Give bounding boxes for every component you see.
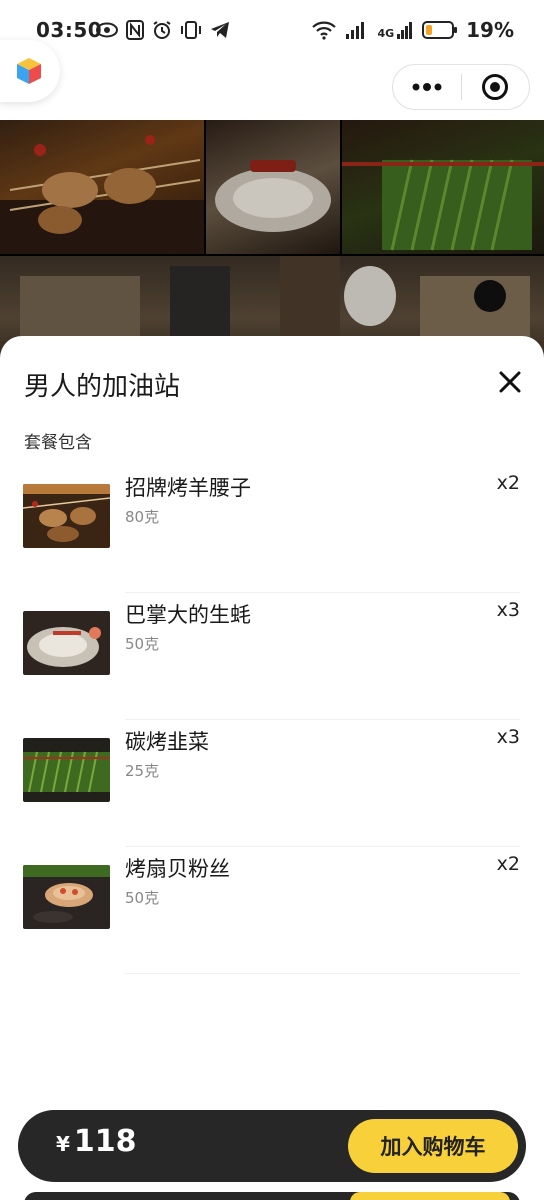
photo-lamb-kidney [0,120,204,254]
signal-4g-group: 4G [377,20,414,40]
signal-4g-icon [397,22,413,39]
close-icon [499,371,521,393]
more-button[interactable] [393,65,461,109]
more-dots-icon [412,83,442,91]
item-weight: 25克 [125,762,160,780]
miniapp-capsule [392,64,530,110]
status-notification-icons [96,20,230,40]
add-to-cart-button[interactable]: 加入购物车 [348,1119,518,1173]
item-quantity: x2 [496,853,520,875]
item-quantity: x2 [496,472,520,494]
item-quantity: x3 [496,726,520,748]
vibrate-icon [181,21,201,39]
currency-symbol: ¥ [56,1132,70,1156]
total-price: ¥ 118 [56,1124,137,1159]
status-bar: 03:50 4G 19% [0,0,544,62]
sheet-title: 男人的加油站 [24,372,181,402]
status-time: 03:50 [36,18,103,42]
network-label: 4G [377,27,395,40]
miniapp-close-button[interactable] [462,65,529,109]
photo-oyster [206,120,340,254]
item-weight: 50克 [125,635,160,653]
telegram-icon [211,22,229,38]
package-item-list: 招牌烤羊腰子 80克 x2 巴掌大的生蚝 50克 x3 碳烤韭菜 25克 x3 … [0,466,544,974]
price-value: 118 [73,1124,137,1159]
wifi-icon [312,21,337,40]
section-label: 套餐包含 [24,433,92,453]
app-logo-badge[interactable] [0,40,60,102]
eye-icon [96,22,118,38]
restaurant-photo-grid [0,120,544,360]
item-name: 碳烤韭菜 [125,730,209,754]
cube-logo-icon [17,58,41,84]
alarm-icon [153,21,171,39]
item-thumbnail [23,738,110,802]
checkout-bar: ¥ 118 加入购物车 [18,1110,526,1182]
list-item: 招牌烤羊腰子 80克 x2 [0,466,544,593]
item-quantity: x3 [496,599,520,621]
signal-icon [346,22,365,39]
status-system-icons: 4G 19% [311,18,514,42]
battery-percent: 19% [466,18,514,42]
item-thumbnail [23,865,110,929]
package-sheet: 男人的加油站 套餐包含 招牌烤羊腰子 80克 x2 巴掌大的生蚝 50克 x3 … [0,336,544,1200]
sheet-close-button[interactable] [494,366,526,398]
target-close-icon [482,74,509,100]
item-name: 招牌烤羊腰子 [125,476,251,500]
item-weight: 50克 [125,889,160,907]
item-name: 烤扇贝粉丝 [125,857,230,881]
underlying-cart-button [350,1192,510,1200]
item-name: 巴掌大的生蚝 [125,603,251,627]
nfc-icon [126,20,144,40]
item-thumbnail [23,611,110,675]
list-item: 碳烤韭菜 25克 x3 [0,720,544,847]
item-thumbnail [23,484,110,548]
list-item: 烤扇贝粉丝 50克 x2 [0,847,544,974]
item-weight: 80克 [125,508,160,526]
list-item: 巴掌大的生蚝 50克 x3 [0,593,544,720]
photo-chive [342,120,544,254]
battery-icon [422,21,458,39]
item-divider [125,973,520,974]
